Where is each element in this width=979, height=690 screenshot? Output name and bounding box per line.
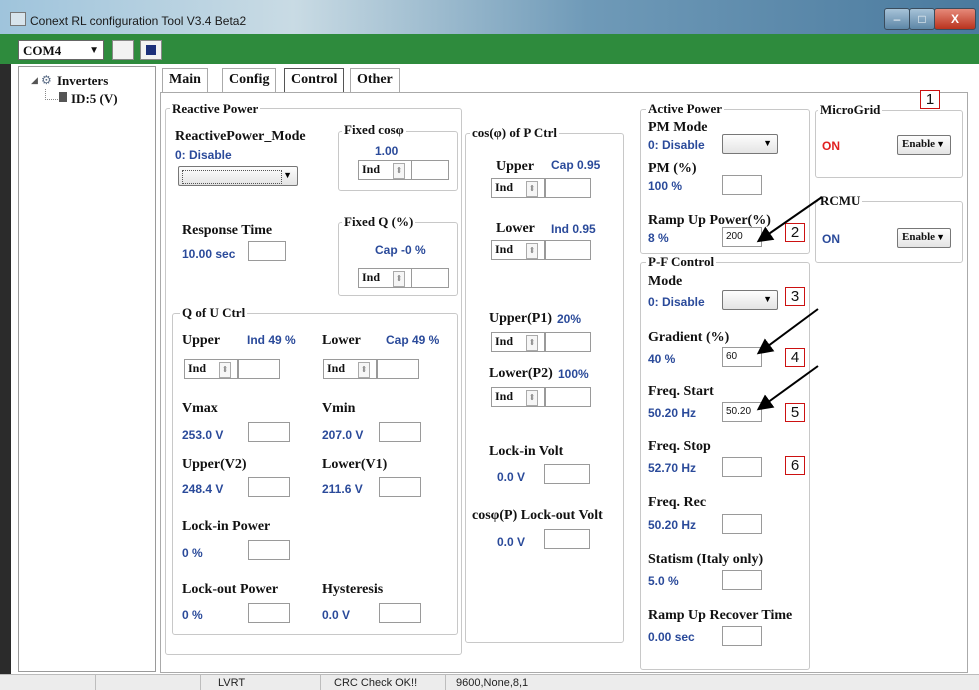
arrow-to-gradient-input bbox=[756, 308, 819, 355]
arrow-to-ramp-input bbox=[756, 196, 823, 243]
status-divider bbox=[320, 675, 321, 690]
status-divider bbox=[200, 675, 201, 690]
status-divider bbox=[445, 675, 446, 690]
arrow-to-freq-start-input bbox=[756, 365, 819, 411]
callout-arrows bbox=[756, 196, 823, 411]
status-serial: 9600,None,8,1 bbox=[456, 677, 529, 689]
status-divider bbox=[95, 675, 96, 690]
status-crc: CRC Check OK!! bbox=[334, 677, 418, 689]
status-lvrt: LVRT bbox=[218, 677, 246, 689]
